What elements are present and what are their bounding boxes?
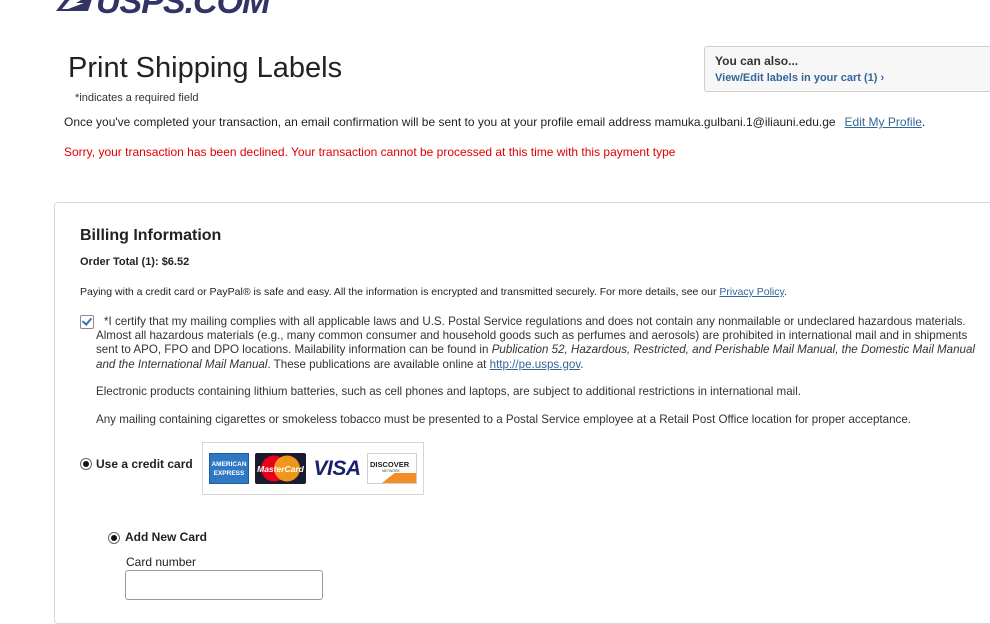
credit-card-radio[interactable] [80, 458, 92, 470]
order-total: Order Total (1): $6.52 [80, 256, 190, 268]
discover-network-text: NETWORK [382, 469, 400, 473]
accepted-cards: AMERICAN EXPRESS MasterCard VISA DISCOVE… [202, 442, 424, 495]
discover-logo-icon: DISCOVER NETWORK [367, 453, 417, 484]
card-number-input[interactable] [125, 570, 323, 600]
mastercard-text: MasterCard [257, 464, 305, 474]
usps-logo[interactable]: USPS.COM [56, 0, 270, 21]
email-confirmation-text: Once you've completed your transaction, … [64, 115, 836, 129]
you-can-also-panel: You can also... View/Edit labels in your… [704, 46, 990, 92]
edit-profile-link[interactable]: Edit My Profile [845, 115, 922, 129]
you-can-also-title: You can also... [715, 54, 799, 68]
mastercard-logo-icon: MasterCard [255, 453, 306, 484]
certify-text-b: . These publications are available onlin… [267, 357, 487, 371]
secure-payment-note: Paying with a credit card or PayPal® is … [80, 286, 787, 298]
email-period: . [921, 115, 926, 129]
logo-wordmark: USPS.COM [96, 0, 270, 21]
certify-period: . [580, 357, 584, 371]
privacy-policy-link[interactable]: Privacy Policy [719, 286, 784, 298]
eagle-icon [56, 0, 92, 11]
amex-logo-icon: AMERICAN EXPRESS [209, 453, 249, 484]
add-new-card-label[interactable]: Add New Card [125, 530, 207, 544]
tobacco-note: Any mailing containing cigarettes or smo… [96, 413, 911, 426]
billing-title: Billing Information [80, 227, 222, 244]
card-number-label: Card number [126, 555, 197, 569]
certify-statement: *I certify that my mailing complies with… [96, 315, 981, 372]
certify-checkbox[interactable] [80, 315, 94, 329]
required-field-note: *indicates a required field [75, 92, 199, 104]
lithium-battery-note: Electronic products containing lithium b… [96, 385, 802, 398]
discover-text: DISCOVER [370, 460, 410, 469]
page-title: Print Shipping Labels [68, 52, 343, 84]
email-confirmation-note: Once you've completed your transaction, … [64, 115, 925, 129]
visa-logo-icon: VISA [313, 457, 361, 480]
secure-payment-text: Paying with a credit card or PayPal® is … [80, 286, 717, 298]
transaction-error-message: Sorry, your transaction has been decline… [64, 145, 676, 159]
credit-card-label[interactable]: Use a credit card [96, 457, 193, 471]
add-new-card-radio[interactable] [108, 532, 120, 544]
view-edit-cart-link[interactable]: View/Edit labels in your cart (1) › [715, 72, 884, 84]
safe-period: . [783, 286, 787, 298]
pe-usps-link[interactable]: http://pe.usps.gov [490, 358, 581, 371]
